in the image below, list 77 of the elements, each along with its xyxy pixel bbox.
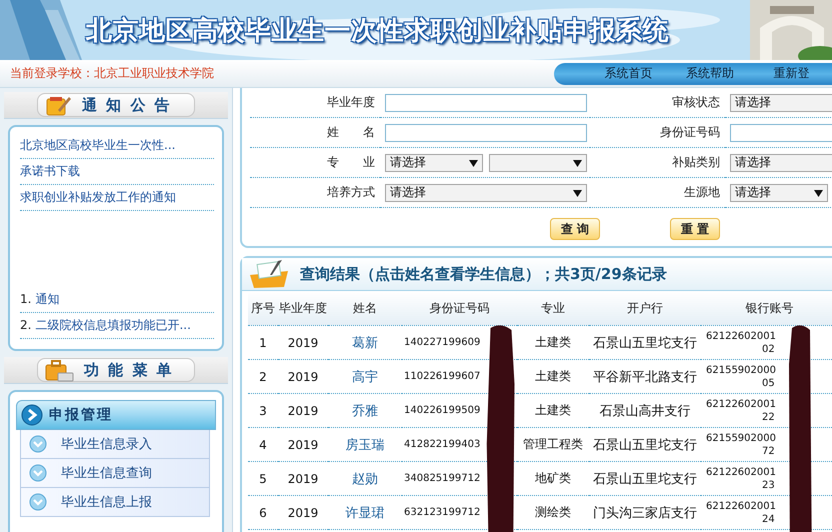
table-cell: 门头沟三家店支行 <box>589 496 701 530</box>
field-label: 毕业年度 <box>250 88 380 118</box>
dropdown[interactable]: 请选择 <box>730 94 832 112</box>
list-number: 1. <box>20 291 32 308</box>
field-label: 姓 名 <box>250 118 380 148</box>
dropdown[interactable]: 请选择 <box>385 154 483 172</box>
table-cell: 石景山高井支行 <box>589 394 701 428</box>
nav-link[interactable]: 系统帮助 <box>669 65 751 82</box>
notice-link[interactable]: 承诺书下载 <box>20 159 214 185</box>
form-button[interactable]: 重 置 <box>670 218 720 240</box>
table-cell: 2019 <box>278 394 328 428</box>
table-cell: 3 <box>248 394 278 428</box>
account-number: 62122602001 <box>706 330 777 342</box>
dropdown[interactable]: 请选择 <box>385 184 587 202</box>
menu-group-header[interactable]: 申报管理 <box>16 400 216 430</box>
student-name-link[interactable]: 乔雅 <box>352 404 378 418</box>
menu-item[interactable]: 毕业生信息查询 <box>20 459 210 488</box>
table-cell: 土建类 <box>517 360 589 394</box>
account-number: 02 <box>761 342 776 356</box>
field-label: 身份证号码 <box>590 118 725 148</box>
student-name-link[interactable]: 葛新 <box>352 336 378 350</box>
app-title: 北京地区高校毕业生一次性求职创业补贴申报系统 <box>86 14 669 48</box>
notice-header: 通 知 公 告 <box>37 93 195 117</box>
student-name-link[interactable]: 许显珺 <box>346 506 384 520</box>
table-cell: 2019 <box>278 360 328 394</box>
table-cell: 石景山五里坨支行 <box>589 326 701 360</box>
account-number: 62122602001 <box>706 500 777 512</box>
menu-group-label: 申报管理 <box>49 406 113 424</box>
account-number: 72 <box>761 444 776 458</box>
account-number: 22 <box>761 410 776 424</box>
menu-item[interactable]: 毕业生信息上报 <box>20 488 210 517</box>
notice-link[interactable]: 二级院校信息填报功能已开... <box>35 313 191 338</box>
table-cell: 1 <box>248 326 278 360</box>
notice-link[interactable]: 通知 <box>35 287 60 312</box>
student-name-link[interactable]: 房玉瑞 <box>346 438 384 452</box>
account-number: 05 <box>761 376 776 390</box>
table-cell: 地矿类 <box>517 462 589 496</box>
field-label: 生源地 <box>590 178 725 208</box>
student-name-link[interactable]: 高宇 <box>352 370 378 384</box>
notice-link[interactable]: 北京地区高校毕业生一次性... <box>20 133 214 159</box>
nav-link[interactable]: 系统首页 <box>588 65 670 82</box>
field-label: 审核状态 <box>590 88 725 118</box>
menu-item[interactable]: 毕业生信息录入 <box>20 430 210 459</box>
account-number: 62122602001 <box>706 398 777 410</box>
login-school-label: 当前登录学校：北京工业职业技术学院 <box>10 65 214 82</box>
table-cell: 石景山五里坨支行 <box>589 462 701 496</box>
table-cell: 2019 <box>278 326 328 360</box>
menu-header: 功 能 菜 单 <box>37 358 195 382</box>
table-cell: 平谷新平北路支行 <box>589 360 701 394</box>
dropdown[interactable]: 请选择 <box>730 184 828 202</box>
form-button[interactable]: 查 询 <box>550 218 600 240</box>
field-label: 补贴类别 <box>590 148 725 178</box>
dropdown[interactable]: 请选择 <box>730 154 832 172</box>
table-cell: 2019 <box>278 496 328 530</box>
account-number: 62155902000 <box>706 432 777 444</box>
student-name-link[interactable]: 赵勋 <box>352 472 378 486</box>
nav-link[interactable]: 重新登 <box>750 65 832 82</box>
account-number: 23 <box>761 478 776 492</box>
table-cell: 2 <box>248 360 278 394</box>
table-cell: 2019 <box>278 428 328 462</box>
account-number: 24 <box>761 512 776 526</box>
table-cell: 2019 <box>278 462 328 496</box>
table-cell: 管理工程类 <box>517 428 589 462</box>
table-cell: 石景山五里坨支行 <box>589 428 701 462</box>
list-number: 2. <box>20 317 32 334</box>
account-number: 62122602001 <box>706 466 777 478</box>
results-header: 查询结果（点击姓名查看学生信息）；共3页/29条记录 <box>242 258 832 291</box>
table-cell: 6 <box>248 496 278 530</box>
table-cell: 土建类 <box>517 394 589 428</box>
table-cell: 土建类 <box>517 326 589 360</box>
table-cell: 5 <box>248 462 278 496</box>
notice-link[interactable]: 求职创业补贴发放工作的通知 <box>20 185 214 211</box>
table-cell: 4 <box>248 428 278 462</box>
table-cell: 测绘类 <box>517 496 589 530</box>
field-label: 专 业 <box>250 148 380 178</box>
account-number: 62155902000 <box>706 364 777 376</box>
field-label: 培养方式 <box>250 178 380 208</box>
